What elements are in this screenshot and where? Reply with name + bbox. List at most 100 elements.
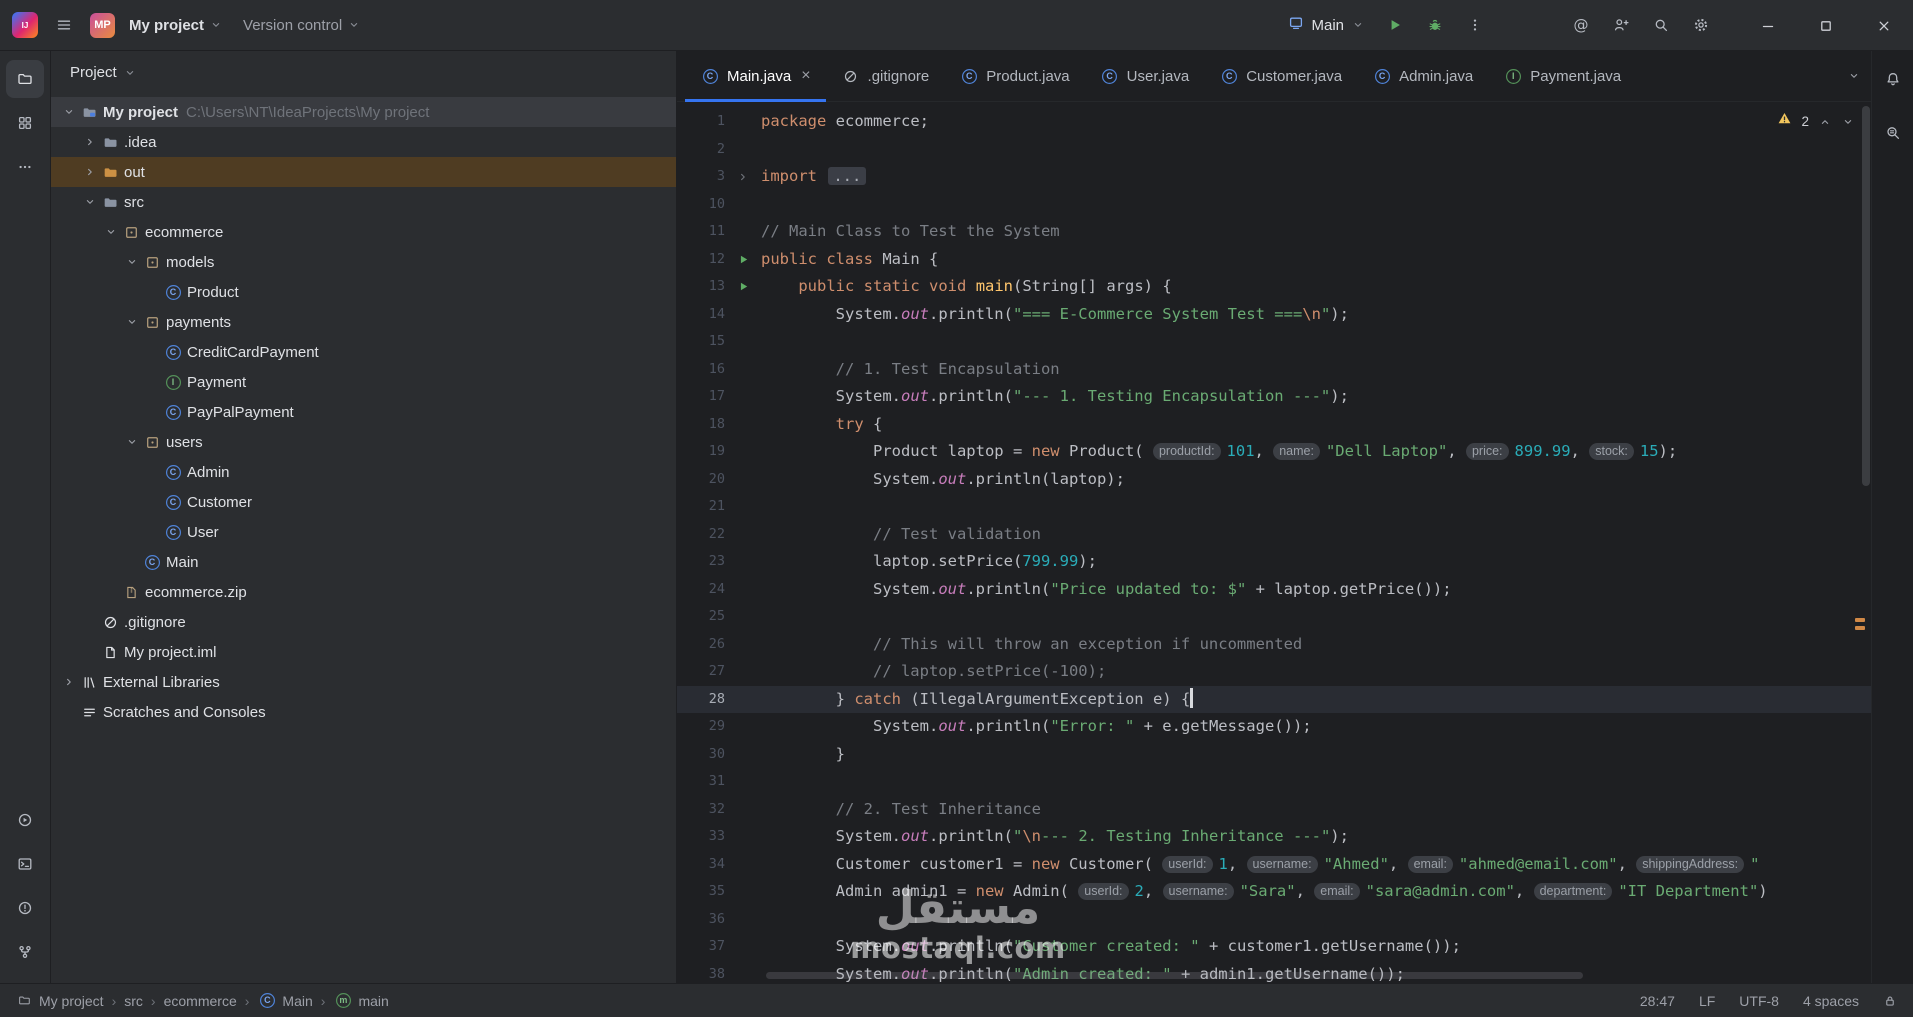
problems-tool-button[interactable] [6,889,44,927]
tree-item-product[interactable]: C Product [51,277,676,307]
line-number[interactable]: 2 [677,136,725,164]
more-actions-button[interactable] [1455,7,1495,43]
tree-item-main[interactable]: C Main [51,547,676,577]
line-number[interactable]: 19 [677,438,725,466]
code-line-19[interactable]: 19 Product laptop = new Product( product… [677,438,1871,466]
tree-item-ecommerce-zip[interactable]: ecommerce.zip [51,577,676,607]
line-number[interactable]: 12 [677,246,725,274]
breadcrumb-item-main[interactable]: C Main [257,993,313,1009]
breadcrumb-item-src[interactable]: src [124,993,143,1009]
tree-item-customer[interactable]: C Customer [51,487,676,517]
tree-item-scratches-and-consoles[interactable]: Scratches and Consoles [51,697,676,727]
debug-button[interactable] [1415,7,1455,43]
next-problem-button[interactable] [1841,115,1855,129]
line-number[interactable]: 17 [677,383,725,411]
search-everywhere-button[interactable] [1641,7,1681,43]
code-line-29[interactable]: 29 System.out.println("Error: " + e.getM… [677,713,1871,741]
more-tools-button[interactable] [6,148,44,186]
code-line-13[interactable]: 13 public static void main(String[] args… [677,273,1871,301]
minimize-button[interactable] [1739,0,1797,51]
close-tab-icon[interactable]: × [801,68,810,84]
line-number[interactable]: 10 [677,191,725,219]
previous-problem-button[interactable] [1818,115,1832,129]
inspections-widget[interactable]: 2 [1777,108,1855,136]
tree-item-user[interactable]: C User [51,517,676,547]
maximize-button[interactable] [1797,0,1855,51]
tree-item-idea[interactable]: .idea [51,127,676,157]
tree-chevron-icon[interactable] [101,225,121,239]
tree-item-payments[interactable]: payments [51,307,676,337]
indent-setting[interactable]: 4 spaces [1803,993,1859,1009]
tabs-dropdown-button[interactable] [1837,69,1871,83]
code-line-25[interactable]: 25 [677,603,1871,631]
code-line-34[interactable]: 34 Customer customer1 = new Customer( us… [677,851,1871,879]
tree-chevron-icon[interactable] [59,105,79,119]
main-menu-button[interactable] [46,7,82,43]
tree-item-gitignore[interactable]: .gitignore [51,607,676,637]
tree-chevron-icon[interactable] [122,315,142,329]
fold-chevron-icon[interactable] [725,163,761,191]
file-encoding[interactable]: UTF-8 [1739,993,1779,1009]
tree-item-ecommerce[interactable]: ecommerce [51,217,676,247]
line-number[interactable]: 22 [677,521,725,549]
code-line-14[interactable]: 14 System.out.println("=== E-Commerce Sy… [677,301,1871,329]
tree-item-users[interactable]: users [51,427,676,457]
line-number[interactable]: 24 [677,576,725,604]
line-number[interactable]: 1 [677,108,725,136]
vcs-widget[interactable]: Version control [237,8,367,42]
tree-item-creditcardpayment[interactable]: C CreditCardPayment [51,337,676,367]
code-line-36[interactable]: 36 [677,906,1871,934]
code-line-18[interactable]: 18 try { [677,411,1871,439]
line-number[interactable]: 21 [677,493,725,521]
line-number[interactable]: 28 [677,686,725,714]
tree-item-my-project-iml[interactable]: My project.iml [51,637,676,667]
horizontal-scrollbar[interactable] [766,972,1583,979]
tree-chevron-icon[interactable] [122,255,142,269]
line-number[interactable]: 25 [677,603,725,631]
code-line-22[interactable]: 22 // Test validation [677,521,1871,549]
code-line-31[interactable]: 31 [677,768,1871,796]
line-number[interactable]: 31 [677,768,725,796]
code-line-27[interactable]: 27 // laptop.setPrice(-100); [677,658,1871,686]
breadcrumb-item-ecommerce[interactable]: ecommerce [164,993,237,1009]
line-number[interactable]: 15 [677,328,725,356]
code-line-10[interactable]: 10 [677,191,1871,219]
tree-item-models[interactable]: models [51,247,676,277]
tab-gitignore[interactable]: .gitignore [826,51,945,101]
project-tool-button[interactable] [6,60,44,98]
code-line-11[interactable]: 11 // Main Class to Test the System [677,218,1871,246]
line-number[interactable]: 38 [677,961,725,984]
code-line-2[interactable]: 2 [677,136,1871,164]
tree-chevron-icon[interactable] [59,675,79,689]
tab-payment-java[interactable]: I Payment.java [1488,51,1636,101]
breadcrumb-item-main[interactable]: m main [333,993,388,1009]
run-tool-button[interactable] [6,801,44,839]
code-line-37[interactable]: 37 System.out.println("Customer created:… [677,933,1871,961]
code-line-16[interactable]: 16 // 1. Test Encapsulation [677,356,1871,384]
code-line-26[interactable]: 26 // This will throw an exception if un… [677,631,1871,659]
line-number[interactable]: 37 [677,933,725,961]
run-gutter-icon[interactable] [725,246,761,274]
close-button[interactable] [1855,0,1913,51]
code-line-15[interactable]: 15 [677,328,1871,356]
line-number[interactable]: 16 [677,356,725,384]
line-number[interactable]: 14 [677,301,725,329]
line-number[interactable]: 26 [677,631,725,659]
notifications-button[interactable] [1877,63,1909,95]
code-line-33[interactable]: 33 System.out.println("\n--- 2. Testing … [677,823,1871,851]
code-line-24[interactable]: 24 System.out.println("Price updated to:… [677,576,1871,604]
code-line-17[interactable]: 17 System.out.println("--- 1. Testing En… [677,383,1871,411]
line-number[interactable]: 32 [677,796,725,824]
settings-button[interactable] [1681,7,1721,43]
breadcrumb-item-my-project[interactable]: My project [14,993,104,1009]
ai-assistant-button[interactable]: @ [1561,7,1601,43]
code-line-20[interactable]: 20 System.out.println(laptop); [677,466,1871,494]
line-separator[interactable]: LF [1699,993,1715,1009]
tab-main-java[interactable]: C Main.java × [685,51,826,102]
project-panel-header[interactable]: Project [51,51,676,87]
code-line-12[interactable]: 12 public class Main { [677,246,1871,274]
code-line-23[interactable]: 23 laptop.setPrice(799.99); [677,548,1871,576]
tree-item-out[interactable]: out [51,157,676,187]
tree-item-payment[interactable]: I Payment [51,367,676,397]
line-number[interactable]: 29 [677,713,725,741]
